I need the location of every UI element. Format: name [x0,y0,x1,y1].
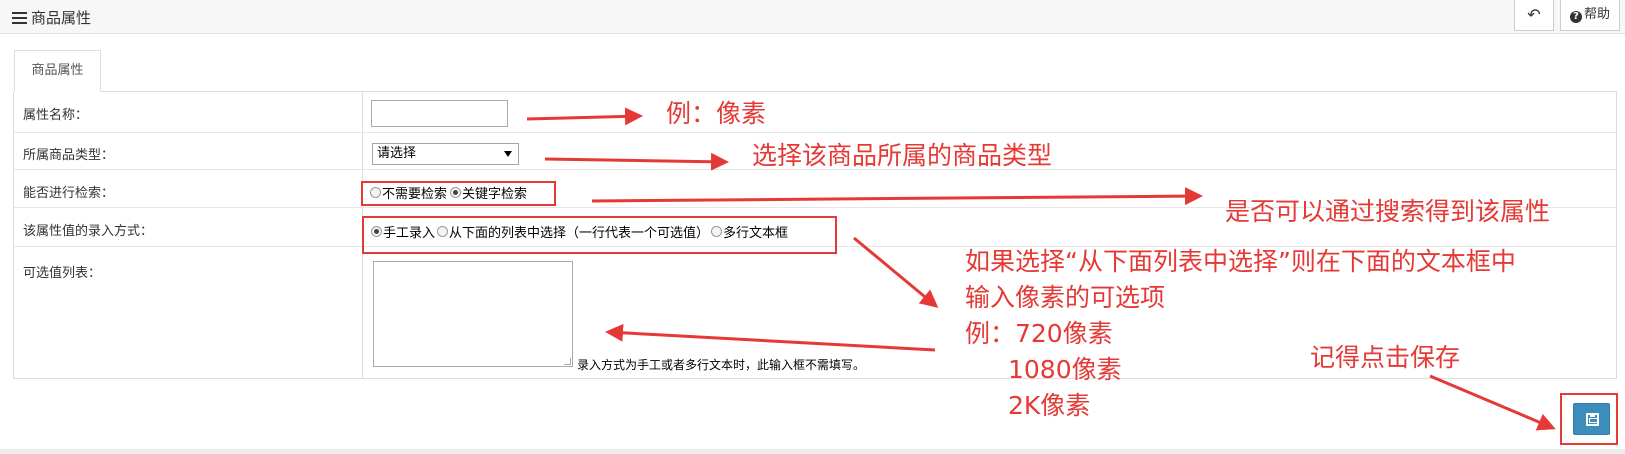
help-label: 帮助 [1583,7,1610,22]
product-type-select[interactable]: 请选择 [372,143,519,165]
annotation-list-line5: 2K像素 [1008,391,1091,420]
tab-product-attribute[interactable]: 商品属性 [14,50,101,92]
annotation-list-line1: 如果选择“从下面列表中选择”则在下面的文本框中 [965,247,1516,276]
annotation-list-line2: 输入像素的可选项 [965,283,1166,312]
arrow-to-save-button [1429,374,1556,431]
page-title-text: 商品属性 [31,9,92,27]
attribute-name-label: 属性名称： [23,108,89,123]
search-options-highlight [361,181,556,206]
option-values-label: 可选值列表： [23,266,102,281]
product-type-label: 所属商品类型： [23,148,115,163]
input-mode-label: 该属性值的录入方式： [23,224,154,239]
resize-grip-icon[interactable] [564,358,571,365]
searchable-label: 能否进行检索： [23,186,115,201]
product-type-selected: 请选择 [377,146,417,161]
back-button[interactable]: ↶ [1514,0,1554,31]
bottom-border [0,449,1625,454]
annotation-list-line3: 例：720像素 [965,319,1113,348]
option-values-hint: 录入方式为手工或者多行文本时，此输入框不需填写。 [577,358,866,372]
back-arrow-icon: ↶ [1527,5,1541,24]
top-bar: 商品属性 ↶ ? 帮助 [0,0,1625,34]
list-icon [12,11,27,24]
attribute-name-input[interactable] [371,100,508,127]
annotation-searchable: 是否可以通过搜索得到该属性 [1225,197,1551,226]
help-button[interactable]: ? 帮助 [1560,0,1620,31]
page-title: 商品属性 [12,7,91,28]
annotation-list-line4: 1080像素 [1008,355,1122,384]
option-values-textarea[interactable] [373,261,573,367]
annotation-save-reminder: 记得点击保存 [1310,343,1461,372]
input-mode-highlight [362,216,837,254]
caret-down-icon [504,151,512,157]
floppy-disk-icon [1586,413,1599,426]
annotation-name-example: 例：像素 [666,99,767,128]
question-circle-icon: ? [1569,11,1582,23]
annotation-product-type: 选择该商品所属的商品类型 [752,141,1053,170]
row-divider [13,132,1617,133]
save-button[interactable] [1573,403,1610,435]
